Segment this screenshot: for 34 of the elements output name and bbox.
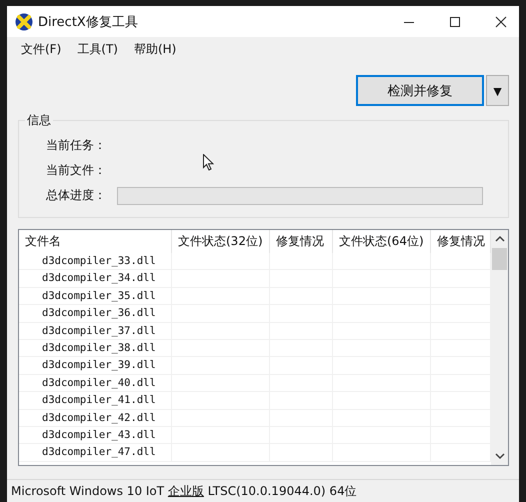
table-cell: d3dcompiler_36.dll	[19, 305, 172, 322]
status-text: Microsoft Windows 10 IoT 企业版 LTSC(10.0.19044.0) 64位	[11, 482, 357, 500]
dropdown-button[interactable]: ▼	[486, 75, 509, 106]
menu-item[interactable]: 帮助(H)	[134, 41, 176, 58]
column-header[interactable]: 修复情况	[270, 230, 333, 253]
table-cell: d3dcompiler_39.dll	[19, 357, 172, 374]
scrollbar-thumb[interactable]	[492, 248, 507, 270]
app-logo-icon	[15, 12, 33, 30]
scroll-up-icon[interactable]	[494, 235, 504, 243]
mouse-pointer-icon	[203, 154, 214, 171]
table-cell: d3dcompiler_34.dll	[19, 270, 172, 287]
table-cell: d3dcompiler_43.dll	[19, 426, 172, 444]
table-cell: d3dcompiler_41.dll	[19, 392, 172, 409]
column-header[interactable]: 文件名	[19, 230, 172, 253]
table-cell: d3dcompiler_42.dll	[19, 410, 172, 426]
field-label: 当前文件：	[46, 162, 107, 179]
table-cell: d3dcompiler_47.dll	[19, 444, 172, 461]
group-title: 信息	[25, 112, 53, 129]
maximize-icon[interactable]	[449, 16, 461, 28]
table-cell: d3dcompiler_40.dll	[19, 374, 172, 392]
table-cell: d3dcompiler_38.dll	[19, 340, 172, 356]
table-cell: d3dcompiler_37.dll	[19, 322, 172, 339]
menu-item[interactable]: 工具(T)	[77, 41, 118, 58]
column-header[interactable]: 文件状态(64位)	[333, 230, 431, 253]
close-icon[interactable]	[495, 16, 507, 28]
menu-item[interactable]: 文件(F)	[21, 41, 62, 58]
scroll-down-icon[interactable]	[494, 452, 504, 460]
detect-repair-button[interactable]: 检测并修复	[356, 75, 484, 106]
column-header[interactable]: 文件状态(32位)	[172, 230, 270, 253]
window-title: DirectX修复工具	[38, 14, 138, 30]
table-cell: d3dcompiler_33.dll	[19, 253, 172, 270]
field-label: 总体进度：	[46, 187, 107, 204]
table-cell: d3dcompiler_35.dll	[19, 288, 172, 304]
field-label: 当前任务：	[46, 137, 107, 154]
